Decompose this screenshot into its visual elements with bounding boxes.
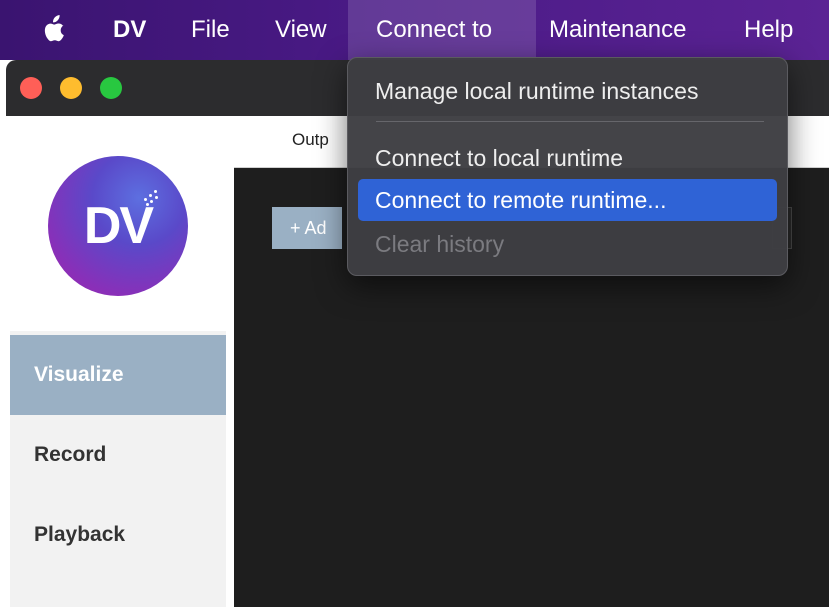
- tab-output[interactable]: Outp: [292, 130, 329, 150]
- menu-help[interactable]: Help: [744, 0, 793, 60]
- menu-item-connect-remote-runtime[interactable]: Connect to remote runtime...: [358, 179, 777, 221]
- sidebar-item-playback[interactable]: Playback: [10, 495, 226, 575]
- plus-icon: +: [290, 218, 301, 238]
- menu-app-name[interactable]: DV: [113, 0, 146, 60]
- sparkle-icon: [144, 190, 160, 206]
- sidebar-item-visualize[interactable]: Visualize: [10, 335, 226, 415]
- add-button[interactable]: + Ad: [272, 207, 342, 249]
- sidebar: DV Visualize Record Playback: [10, 116, 226, 607]
- logo-text: DV: [83, 197, 154, 255]
- menu-maintenance[interactable]: Maintenance: [549, 0, 686, 60]
- sidebar-item-record[interactable]: Record: [10, 415, 226, 495]
- logo-area: DV: [10, 116, 226, 331]
- menu-item-clear-history: Clear history: [375, 231, 505, 257]
- add-button-label: Ad: [304, 218, 327, 238]
- menu-view[interactable]: View: [275, 0, 327, 60]
- window-zoom-button[interactable]: [100, 77, 122, 99]
- window-minimize-button[interactable]: [60, 77, 82, 99]
- menu-connect-to[interactable]: Connect to: [348, 0, 536, 60]
- menu-item-connect-local-runtime[interactable]: Connect to local runtime: [358, 137, 777, 179]
- sidebar-divider: [226, 116, 234, 607]
- window-close-button[interactable]: [20, 77, 42, 99]
- menu-file[interactable]: File: [191, 0, 230, 60]
- connect-to-dropdown-menu: Manage local runtime instances Connect t…: [347, 57, 788, 276]
- dv-logo: DV: [48, 156, 188, 296]
- apple-icon[interactable]: [42, 0, 68, 60]
- menu-separator: [376, 121, 764, 122]
- menu-bar: DV File View Connect to Maintenance Help: [0, 0, 829, 60]
- menu-item-manage-local-runtime-instances[interactable]: Manage local runtime instances: [358, 70, 777, 112]
